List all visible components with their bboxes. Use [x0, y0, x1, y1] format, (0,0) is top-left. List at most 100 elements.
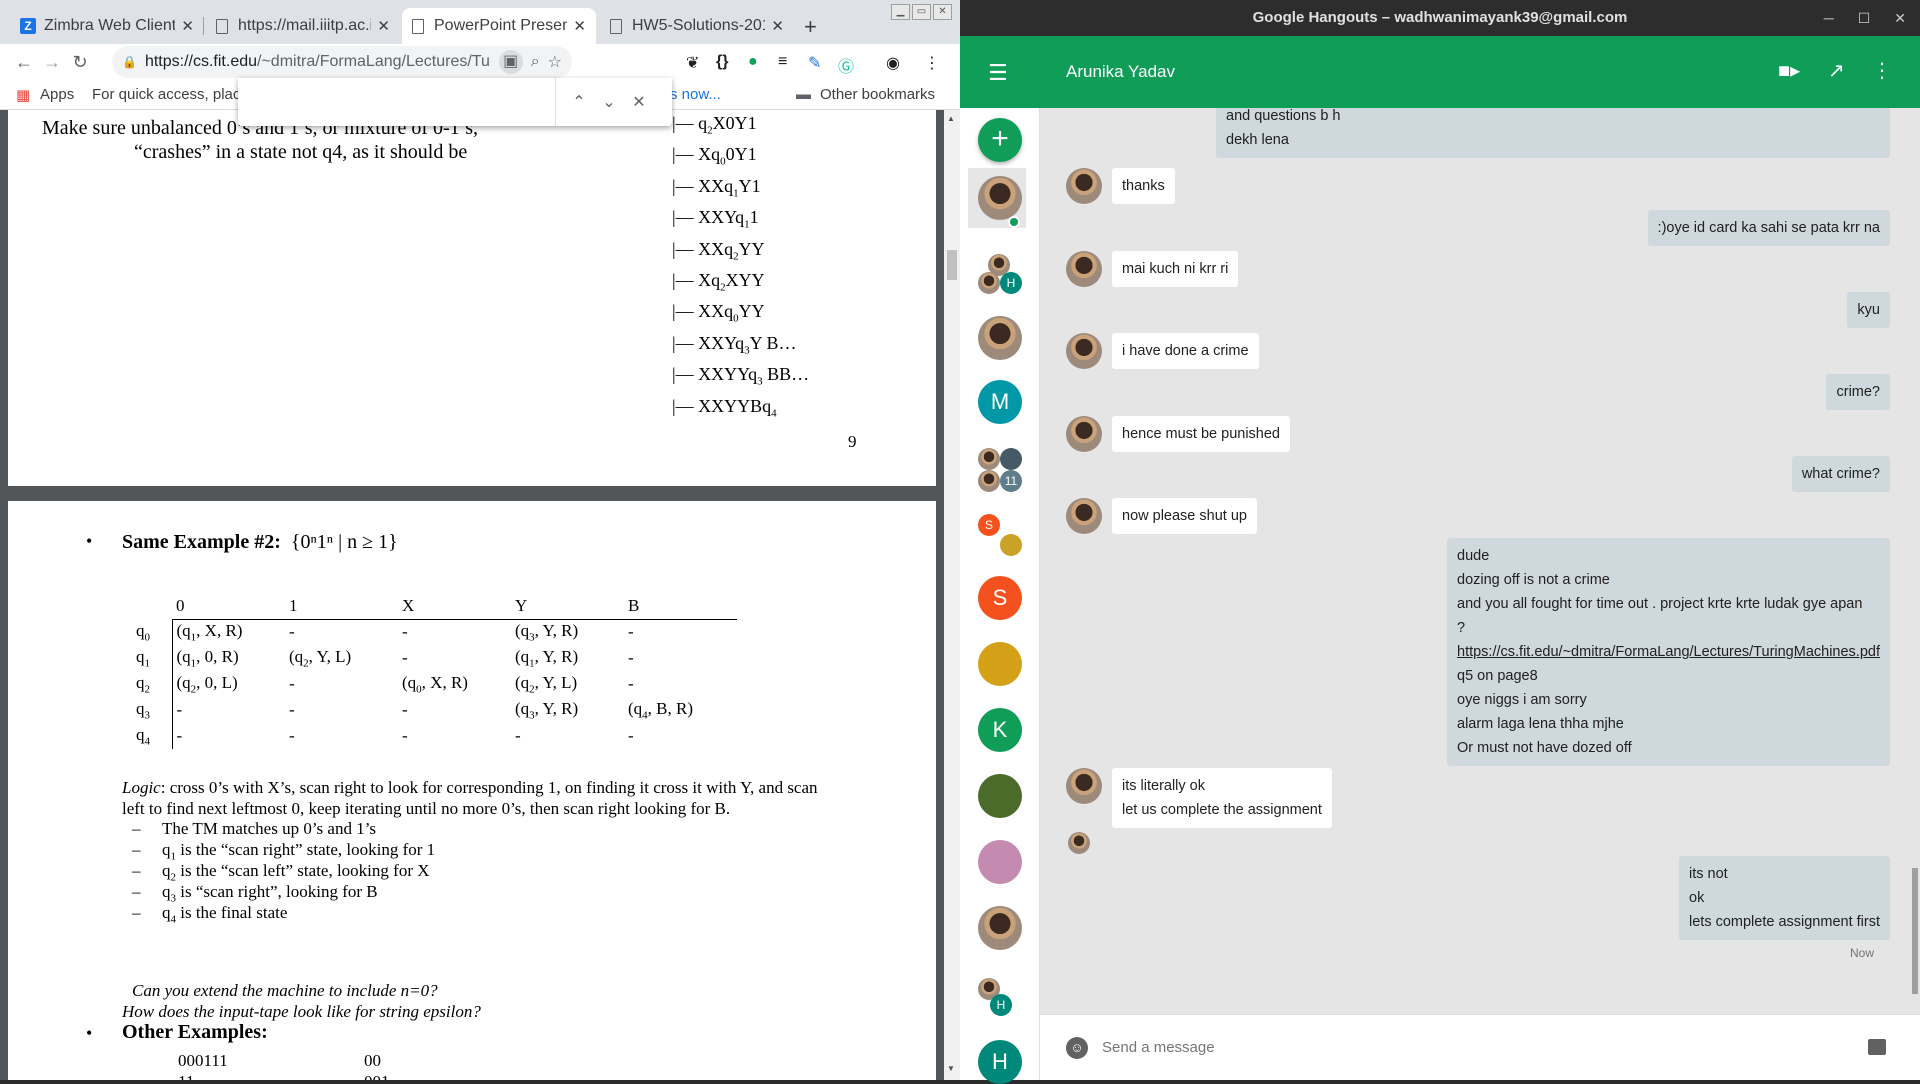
id-step: |— XXq0YY [672, 301, 765, 325]
logic-bullet-item: – q4 is the final state [132, 903, 288, 926]
group-avatar-s[interactable]: S [978, 514, 1000, 536]
id-step: |— XXYYBq4 [672, 395, 777, 420]
id-sequence: |— q2X0Y1 |— Xq00Y1 |— XXq1Y1 |— XXYq11 |— X… [672, 112, 809, 426]
example-title: Same Example #2: {0ⁿ1ⁿ | n ≥ 1} [122, 531, 398, 553]
table-cell: - [289, 700, 295, 719]
contact-avatar[interactable] [978, 316, 1022, 360]
contact-avatar[interactable] [978, 642, 1022, 686]
table-row: q4- - - - - [132, 723, 737, 749]
contact-avatar-k[interactable]: K [978, 708, 1022, 752]
tab-powerpoint[interactable]: PowerPoint Presentation ✕ [402, 8, 596, 44]
table-cell: - [628, 674, 634, 693]
tab-zimbra[interactable]: Z Zimbra Web Client ✕ [10, 8, 204, 44]
scroll-up-icon[interactable]: ▲ [947, 114, 955, 123]
new-conversation-button[interactable]: + [978, 118, 1022, 162]
message-input[interactable]: Send a message [1102, 1039, 1215, 1056]
window-title: Google Hangouts – wadhwanimayank39@gmail… [1252, 9, 1628, 26]
reload-icon[interactable]: ↻ [66, 52, 94, 73]
table-cell: - [402, 700, 408, 719]
example-string: 001 [364, 1072, 390, 1080]
id-step: |— XXYYq3 BB… [672, 364, 810, 388]
find-input[interactable] [238, 78, 556, 126]
group-avatar[interactable] [978, 448, 1000, 470]
group-avatar[interactable] [978, 272, 1000, 294]
find-previous-icon[interactable]: ⌃ [564, 92, 594, 112]
grammarly-icon[interactable]: Ⓖ [838, 53, 854, 77]
other-examples-title: Other Examples: [122, 1021, 268, 1043]
state-label: q0 [132, 619, 173, 645]
group-avatar-h[interactable]: H [1000, 272, 1022, 294]
profile-avatar-icon[interactable]: ◉ [886, 53, 900, 73]
close-tab-icon[interactable]: ✕ [181, 17, 194, 35]
contact-avatar-h[interactable]: H [978, 1040, 1022, 1084]
menu-icon[interactable]: ☰ [988, 60, 1008, 86]
emoji-icon[interactable]: ☺ [1066, 1037, 1088, 1059]
address-bar[interactable]: 🔒 https://cs.fit.edu/~dmitra/FormaLang/L… [112, 46, 572, 78]
close-tab-icon[interactable]: ✕ [573, 17, 586, 35]
example-string: 11 [178, 1072, 194, 1080]
logic-bullet-item: – q2 is the “scan left” state, looking fo… [132, 861, 430, 884]
extension-json-icon[interactable]: {} [716, 53, 728, 71]
state-label: q2 [132, 671, 173, 697]
apps-grid-icon[interactable]: ▦ [16, 86, 30, 104]
popout-icon[interactable]: ↗ [1828, 58, 1845, 83]
minimize-icon[interactable]: ▁ [891, 4, 910, 20]
chat-scrollbar[interactable] [1910, 108, 1920, 1014]
tab-mail-iiitp[interactable]: https://mail.iiitp.ac.in ✕ [206, 8, 400, 44]
find-close-icon[interactable]: ✕ [624, 92, 654, 112]
new-tab-button[interactable]: + [804, 14, 817, 40]
pdf-scrollbar[interactable]: ▲ ▼ [944, 110, 960, 1080]
contact-avatar-arunika[interactable] [978, 176, 1022, 220]
contacts-sidebar: + H M 11 S S K H H [960, 108, 1040, 1084]
find-next-icon[interactable]: ⌄ [594, 92, 624, 112]
state-label: q4 [132, 723, 173, 749]
scroll-down-icon[interactable]: ▼ [947, 1064, 955, 1073]
more-options-icon[interactable]: ⋮ [1872, 58, 1892, 83]
minimize-icon[interactable]: ─ [1824, 0, 1834, 36]
forward-icon[interactable]: → [38, 52, 66, 73]
contact-avatar[interactable] [978, 774, 1022, 818]
group-avatar[interactable] [1000, 448, 1022, 470]
contact-avatar[interactable] [978, 906, 1022, 950]
bookmark-star-icon[interactable]: ☆ [548, 52, 562, 72]
group-avatar-h[interactable]: H [990, 994, 1012, 1016]
close-tab-icon[interactable]: ✕ [771, 17, 784, 35]
table-cell: (q1, Y, R) [515, 646, 579, 670]
video-call-icon[interactable]: ■▸ [1778, 58, 1800, 83]
logic-bullet-item: – q3 is “scan right”, looking for B [132, 882, 378, 905]
chat-thread[interactable]: and questions b h dekh lena thanks:)oye id… [1040, 108, 1920, 1014]
contact-avatar-s[interactable]: S [978, 576, 1022, 620]
pdf-page-action-icon[interactable]: ▣ [498, 50, 523, 74]
table-cell: - [515, 726, 521, 745]
maximize-icon[interactable]: ☐ [1858, 0, 1871, 36]
apps-bookmark[interactable]: Apps [40, 86, 74, 103]
group-avatar[interactable] [1000, 534, 1022, 556]
attach-image-icon[interactable] [1868, 1039, 1886, 1055]
scroll-thumb[interactable] [947, 250, 957, 280]
contact-avatar[interactable] [978, 840, 1022, 884]
extension-tool-icon[interactable]: ✎ [808, 53, 821, 73]
group-avatar[interactable] [978, 470, 1000, 492]
extension-list-icon[interactable]: ≡ [778, 53, 787, 71]
chrome-menu-icon[interactable]: ⋮ [924, 53, 940, 73]
zoom-icon[interactable]: ⌕ [531, 53, 540, 71]
browser-toolbar: ← → ↻ 🔒 https://cs.fit.edu/~dmitra/Forma… [0, 44, 960, 80]
extension-green-icon[interactable]: ● [748, 53, 758, 71]
contact-avatar-m[interactable]: M [978, 380, 1022, 424]
close-window-icon[interactable]: ✕ [1894, 0, 1906, 36]
tab-hw5-solutions[interactable]: HW5-Solutions-2019 ✕ [600, 8, 794, 44]
extension-ninja-icon[interactable]: ❦ [686, 53, 699, 73]
outgoing-message: kyu [1847, 292, 1890, 328]
id-step: |— q2X0Y1 [672, 113, 757, 137]
message-timestamp: Now [1849, 946, 1874, 960]
group-count-badge[interactable]: 11 [1000, 470, 1022, 492]
close-tab-icon[interactable]: ✕ [377, 17, 390, 35]
close-window-icon[interactable]: ✕ [933, 4, 952, 20]
import-bookmarks-link[interactable]: s now... [670, 86, 721, 103]
back-icon[interactable]: ← [10, 52, 38, 73]
other-bookmarks[interactable]: Other bookmarks [820, 86, 935, 103]
table-column-header: Y [511, 593, 624, 620]
maximize-icon[interactable]: ▭ [912, 4, 931, 20]
pdf-viewer[interactable]: Make sure unbalanced 0’s and 1’s, or mix… [0, 110, 960, 1080]
message-link[interactable]: https://cs.fit.edu/~dmitra/FormaLang/Lec… [1457, 644, 1880, 660]
